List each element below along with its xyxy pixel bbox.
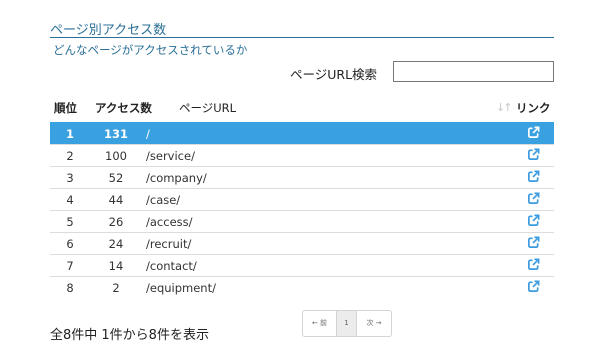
row-count: 2: [112, 281, 120, 295]
title-divider: [50, 37, 554, 38]
row-url: /equipment/: [146, 281, 216, 295]
row-url: /service/: [146, 149, 195, 163]
table-row[interactable]: 1 131 /: [50, 122, 554, 144]
row-url: /contact/: [146, 259, 197, 273]
table-row[interactable]: 7 14/contact/: [50, 254, 554, 276]
row-count: 100: [105, 149, 127, 163]
table-row[interactable]: 3 52/company/: [50, 166, 554, 188]
pagination: ← 前 1 次 →: [302, 310, 392, 337]
table-row[interactable]: 4 44/case/: [50, 188, 554, 210]
external-link-icon[interactable]: [527, 236, 541, 250]
external-link-icon[interactable]: [527, 148, 541, 162]
row-rank: 3: [66, 171, 74, 185]
row-url: /company/: [146, 171, 207, 185]
external-link-icon[interactable]: [527, 170, 541, 184]
row-url: /: [146, 127, 150, 141]
external-link-icon[interactable]: [527, 192, 541, 206]
header-url[interactable]: ページURL: [179, 100, 236, 116]
row-count: 131: [103, 127, 128, 141]
table-header: 順位 アクセス数 ページURL ↓↑ リンク: [50, 96, 554, 122]
search-input[interactable]: [393, 61, 554, 82]
section-subtitle: どんなページがアクセスされているか: [53, 43, 248, 57]
row-url: /access/: [146, 215, 193, 229]
access-table: 順位 アクセス数 ページURL ↓↑ リンク 1 131 / 2 100/service…: [50, 96, 554, 298]
page-number-button[interactable]: 1: [337, 311, 357, 336]
table-row[interactable]: 2 100/service/: [50, 144, 554, 166]
next-page-button[interactable]: 次 →: [357, 311, 391, 336]
row-rank: 7: [66, 259, 74, 273]
row-count: 44: [108, 193, 124, 207]
row-count: 14: [108, 259, 124, 273]
row-rank: 5: [66, 215, 74, 229]
table-row[interactable]: 8 2/equipment/: [50, 276, 554, 298]
header-link: リンク: [516, 101, 551, 115]
row-rank: 8: [66, 281, 74, 295]
row-count: 26: [108, 215, 124, 229]
row-rank: 6: [66, 237, 74, 251]
table-row[interactable]: 6 24/recruit/: [50, 232, 554, 254]
table-body: 1 131/2 100/service/3 52/company/4 44/case/5…: [50, 122, 554, 298]
row-rank: 2: [66, 149, 74, 163]
sort-icon[interactable]: ↓↑: [496, 101, 513, 114]
row-count: 24: [108, 237, 124, 251]
external-link-icon[interactable]: [527, 214, 541, 228]
row-rank: 4: [66, 193, 74, 207]
section-title: ページ別アクセス数: [50, 23, 167, 38]
search-label: ページURL検索: [290, 67, 378, 82]
row-count: 52: [108, 171, 124, 185]
row-url: /case/: [146, 193, 181, 207]
external-link-icon[interactable]: [527, 258, 541, 272]
row-url: /recruit/: [146, 237, 192, 251]
row-rank: 1: [65, 127, 74, 141]
external-link-icon[interactable]: [527, 126, 541, 140]
header-rank[interactable]: 順位: [54, 100, 77, 116]
external-link-icon[interactable]: [527, 280, 541, 294]
results-summary: 全8件中 1件から8件を表示: [50, 328, 209, 343]
table-row[interactable]: 5 26/access/: [50, 210, 554, 232]
prev-page-button[interactable]: ← 前: [303, 311, 337, 336]
header-count[interactable]: アクセス数: [95, 100, 152, 116]
